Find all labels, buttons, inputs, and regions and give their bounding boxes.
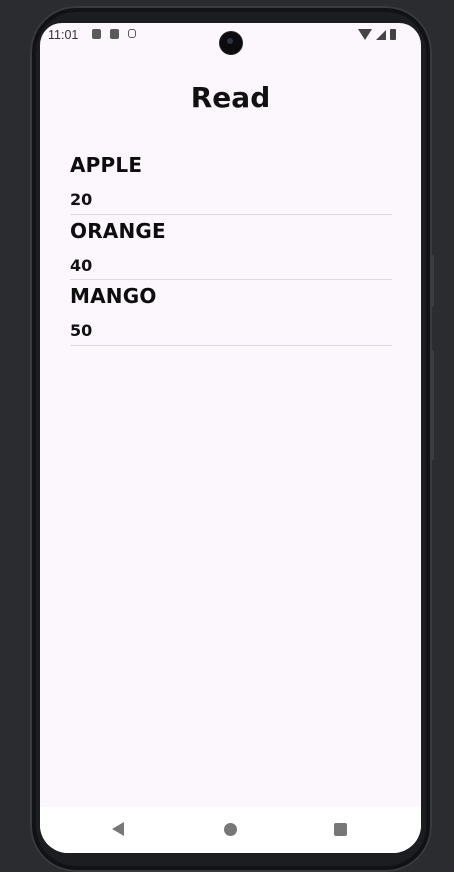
fruit-list: APPLE 20 ORANGE 40 MANGO 50 [70, 149, 392, 346]
signal-icon [376, 29, 386, 40]
recents-icon[interactable] [334, 823, 347, 836]
front-camera [220, 32, 242, 54]
battery-icon [390, 29, 396, 40]
volume-button [430, 350, 434, 460]
sd-card-icon [110, 29, 119, 39]
item-quantity: 20 [70, 190, 93, 209]
list-item[interactable]: MANGO 50 [70, 280, 392, 346]
power-button [430, 255, 434, 307]
status-notification-icons [92, 29, 136, 39]
phone-screen: 11:01 Read APPLE 20 ORANGE 40 MANGO 50 [40, 23, 421, 853]
page-title: Read [190, 81, 271, 114]
list-item[interactable]: ORANGE 40 [70, 215, 392, 280]
status-time: 11:01 [48, 28, 79, 42]
item-name: ORANGE [70, 218, 166, 243]
back-icon[interactable] [112, 822, 124, 836]
item-quantity: 40 [70, 255, 93, 275]
item-name: APPLE [70, 153, 143, 177]
status-system-icons [358, 29, 396, 40]
status-bar: 11:01 [40, 23, 421, 54]
list-item[interactable]: APPLE 20 [70, 149, 392, 215]
wifi-icon [358, 29, 372, 40]
navigation-bar [40, 807, 421, 853]
app-notification-icon [92, 29, 101, 39]
item-name: MANGO [70, 284, 157, 308]
item-quantity: 50 [70, 321, 93, 340]
html5-icon [128, 29, 136, 38]
home-icon[interactable] [224, 823, 237, 836]
